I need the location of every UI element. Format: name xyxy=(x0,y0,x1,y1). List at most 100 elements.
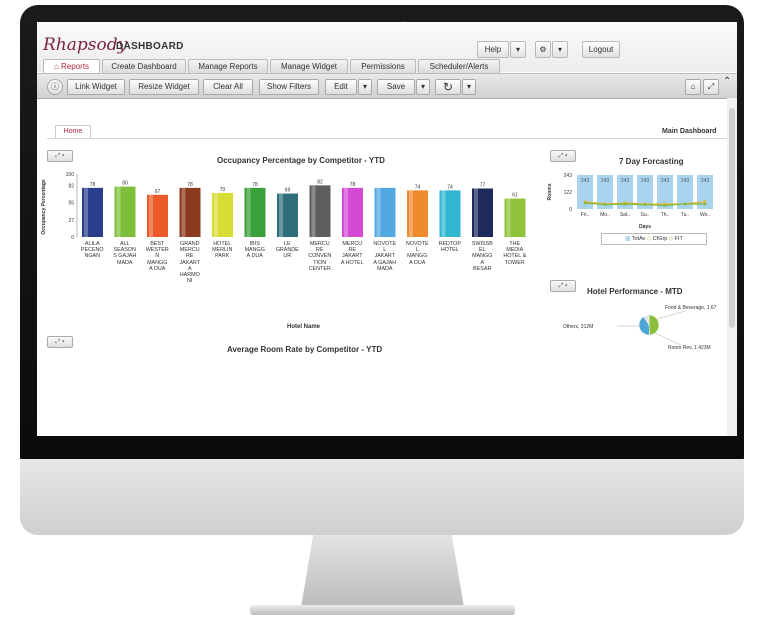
refresh-dropdown-button[interactable]: ▾ xyxy=(462,79,476,95)
y-tick-label: 82 xyxy=(68,183,74,189)
data-label: 82 xyxy=(317,179,323,185)
chevron-down-icon: ▾ xyxy=(557,45,562,54)
bar[interactable] xyxy=(277,193,298,237)
bar[interactable] xyxy=(212,192,233,237)
x-tick-label: IBIS MANGG A DUA xyxy=(244,241,265,260)
pie-label: Food & Beverage, 1.67 xyxy=(665,305,717,311)
edit-dropdown-button[interactable]: ▾ xyxy=(358,79,372,95)
widget-tools-button[interactable]: ⤢ ▾ xyxy=(47,336,73,348)
x-tick-label: Sat.. xyxy=(620,212,630,218)
bar[interactable] xyxy=(439,190,461,237)
data-point[interactable] xyxy=(703,202,707,206)
y-tick-label: 0 xyxy=(569,207,572,213)
tab-reports[interactable]: ⌂ Reports xyxy=(43,59,100,74)
clear-all-button[interactable]: Clear All xyxy=(203,79,253,95)
pie-label: Others, 312M xyxy=(563,324,593,330)
tab-manage-widget[interactable]: Manage Widget xyxy=(270,59,348,73)
bar[interactable] xyxy=(309,185,331,237)
x-tick-label: We.. xyxy=(700,212,710,218)
monitor-chin xyxy=(20,459,744,535)
bar[interactable] xyxy=(504,198,526,237)
widget-tools-button[interactable]: ⤢ ▾ xyxy=(550,150,576,162)
bar[interactable] xyxy=(82,187,103,237)
save-dropdown-button[interactable]: ▾ xyxy=(416,79,430,95)
legend-item: FIT xyxy=(674,236,683,242)
y-tick-label: 122 xyxy=(564,190,573,196)
tab-home[interactable]: Home xyxy=(55,125,91,138)
collapse-up-icon[interactable]: ⌃ xyxy=(723,76,731,87)
bar[interactable] xyxy=(179,187,201,237)
bar[interactable] xyxy=(244,187,266,237)
x-tick-label: LE GRANDE UR xyxy=(275,241,299,260)
info-button[interactable]: ⓘ xyxy=(47,79,63,95)
forecast-legend: ▥ TotAv ◇ CfGrp ◇ FIT xyxy=(601,233,707,245)
data-point[interactable] xyxy=(663,204,667,207)
settings-button[interactable]: ⚙ xyxy=(535,41,551,58)
x-tick-label: Fri.. xyxy=(581,212,590,218)
scrollbar[interactable] xyxy=(727,98,737,436)
forecast-chart-title: 7 Day Forcasting xyxy=(619,157,684,166)
bar[interactable] xyxy=(342,187,363,237)
x-tick-label: HOTEL MERLIN PARK xyxy=(212,241,233,260)
home-icon: ⌂ xyxy=(53,62,59,71)
data-point[interactable] xyxy=(643,203,647,206)
help-button[interactable]: Help xyxy=(477,41,509,58)
occupancy-x-axis-title: Hotel Name xyxy=(287,324,321,330)
monitor-foot xyxy=(250,605,515,615)
data-label: 243 xyxy=(701,178,710,184)
expand-button[interactable]: ⤢ xyxy=(703,79,719,95)
chevron-down-icon: ▾ xyxy=(362,82,367,91)
data-label: 78 xyxy=(187,182,193,188)
x-tick-label: Tu.. xyxy=(681,212,689,218)
show-filters-button[interactable]: Show Filters xyxy=(259,79,319,95)
resize-widget-button[interactable]: Resize Widget xyxy=(129,79,199,95)
y-tick-label: 243 xyxy=(564,173,573,179)
x-tick-label: THE MEDIA HOTEL & TOWER xyxy=(503,241,527,266)
edit-button[interactable]: Edit xyxy=(325,79,357,95)
data-label: 243 xyxy=(641,178,650,184)
data-label: 74 xyxy=(447,184,453,190)
gear-icon: ⚙ xyxy=(539,45,547,54)
widget-tools-button[interactable]: ⤢ ▾ xyxy=(550,280,576,292)
home-button[interactable]: ⌂ xyxy=(685,79,701,95)
data-point[interactable] xyxy=(703,200,707,204)
bar[interactable] xyxy=(114,186,136,237)
refresh-button[interactable]: ↻ xyxy=(435,79,461,95)
toolbar: ⓘ Link Widget Resize Widget Clear All Sh… xyxy=(37,73,737,99)
bar-highlight xyxy=(506,198,511,237)
bar[interactable] xyxy=(472,188,493,237)
x-tick-label: MERCU RE CONVEN TION CENTER xyxy=(308,241,332,272)
help-dropdown-button[interactable]: ▾ xyxy=(510,41,526,58)
expand-icon: ⤢ xyxy=(707,82,715,91)
data-point[interactable] xyxy=(583,201,587,205)
tab-permissions[interactable]: Permissions xyxy=(350,59,416,73)
divider xyxy=(47,138,727,139)
x-tick-label: REDTOP HOTEL xyxy=(438,241,461,254)
x-tick-label: Su.. xyxy=(641,212,650,218)
widget-tools-button[interactable]: ⤢ ▾ xyxy=(47,150,73,162)
scrollbar-thumb[interactable] xyxy=(729,108,735,328)
x-tick-label: BEST WESTER N MANGG A DUA xyxy=(145,241,169,272)
bar-highlight xyxy=(214,192,218,237)
chevron-down-icon: ▾ xyxy=(515,45,520,54)
x-axis-title: Days xyxy=(639,224,651,230)
bar[interactable] xyxy=(407,190,428,237)
data-point[interactable] xyxy=(603,203,607,206)
tab-create-dashboard[interactable]: Create Dashboard xyxy=(102,59,186,73)
tab-scheduler-alerts[interactable]: Scheduler/Alerts xyxy=(418,59,500,73)
bar[interactable] xyxy=(374,187,396,237)
data-label: 243 xyxy=(581,178,590,184)
pie-slice[interactable] xyxy=(648,314,660,336)
data-point[interactable] xyxy=(623,202,627,206)
x-tick-label: ALL SEASON S GAJAH MADA xyxy=(113,241,137,266)
save-button[interactable]: Save xyxy=(377,79,415,95)
link-widget-button[interactable]: Link Widget xyxy=(67,79,125,95)
tab-manage-reports[interactable]: Manage Reports xyxy=(188,59,268,73)
y-axis-title: Occupancy Percentage xyxy=(41,179,47,235)
settings-dropdown-button[interactable]: ▾ xyxy=(552,41,568,58)
bar[interactable] xyxy=(147,194,168,237)
x-tick-label: GRAND MERCU RE JAKART A HARMO NI xyxy=(179,241,201,285)
data-point[interactable] xyxy=(683,202,687,206)
data-label: 78 xyxy=(350,182,356,188)
logout-button[interactable]: Logout xyxy=(582,41,620,58)
